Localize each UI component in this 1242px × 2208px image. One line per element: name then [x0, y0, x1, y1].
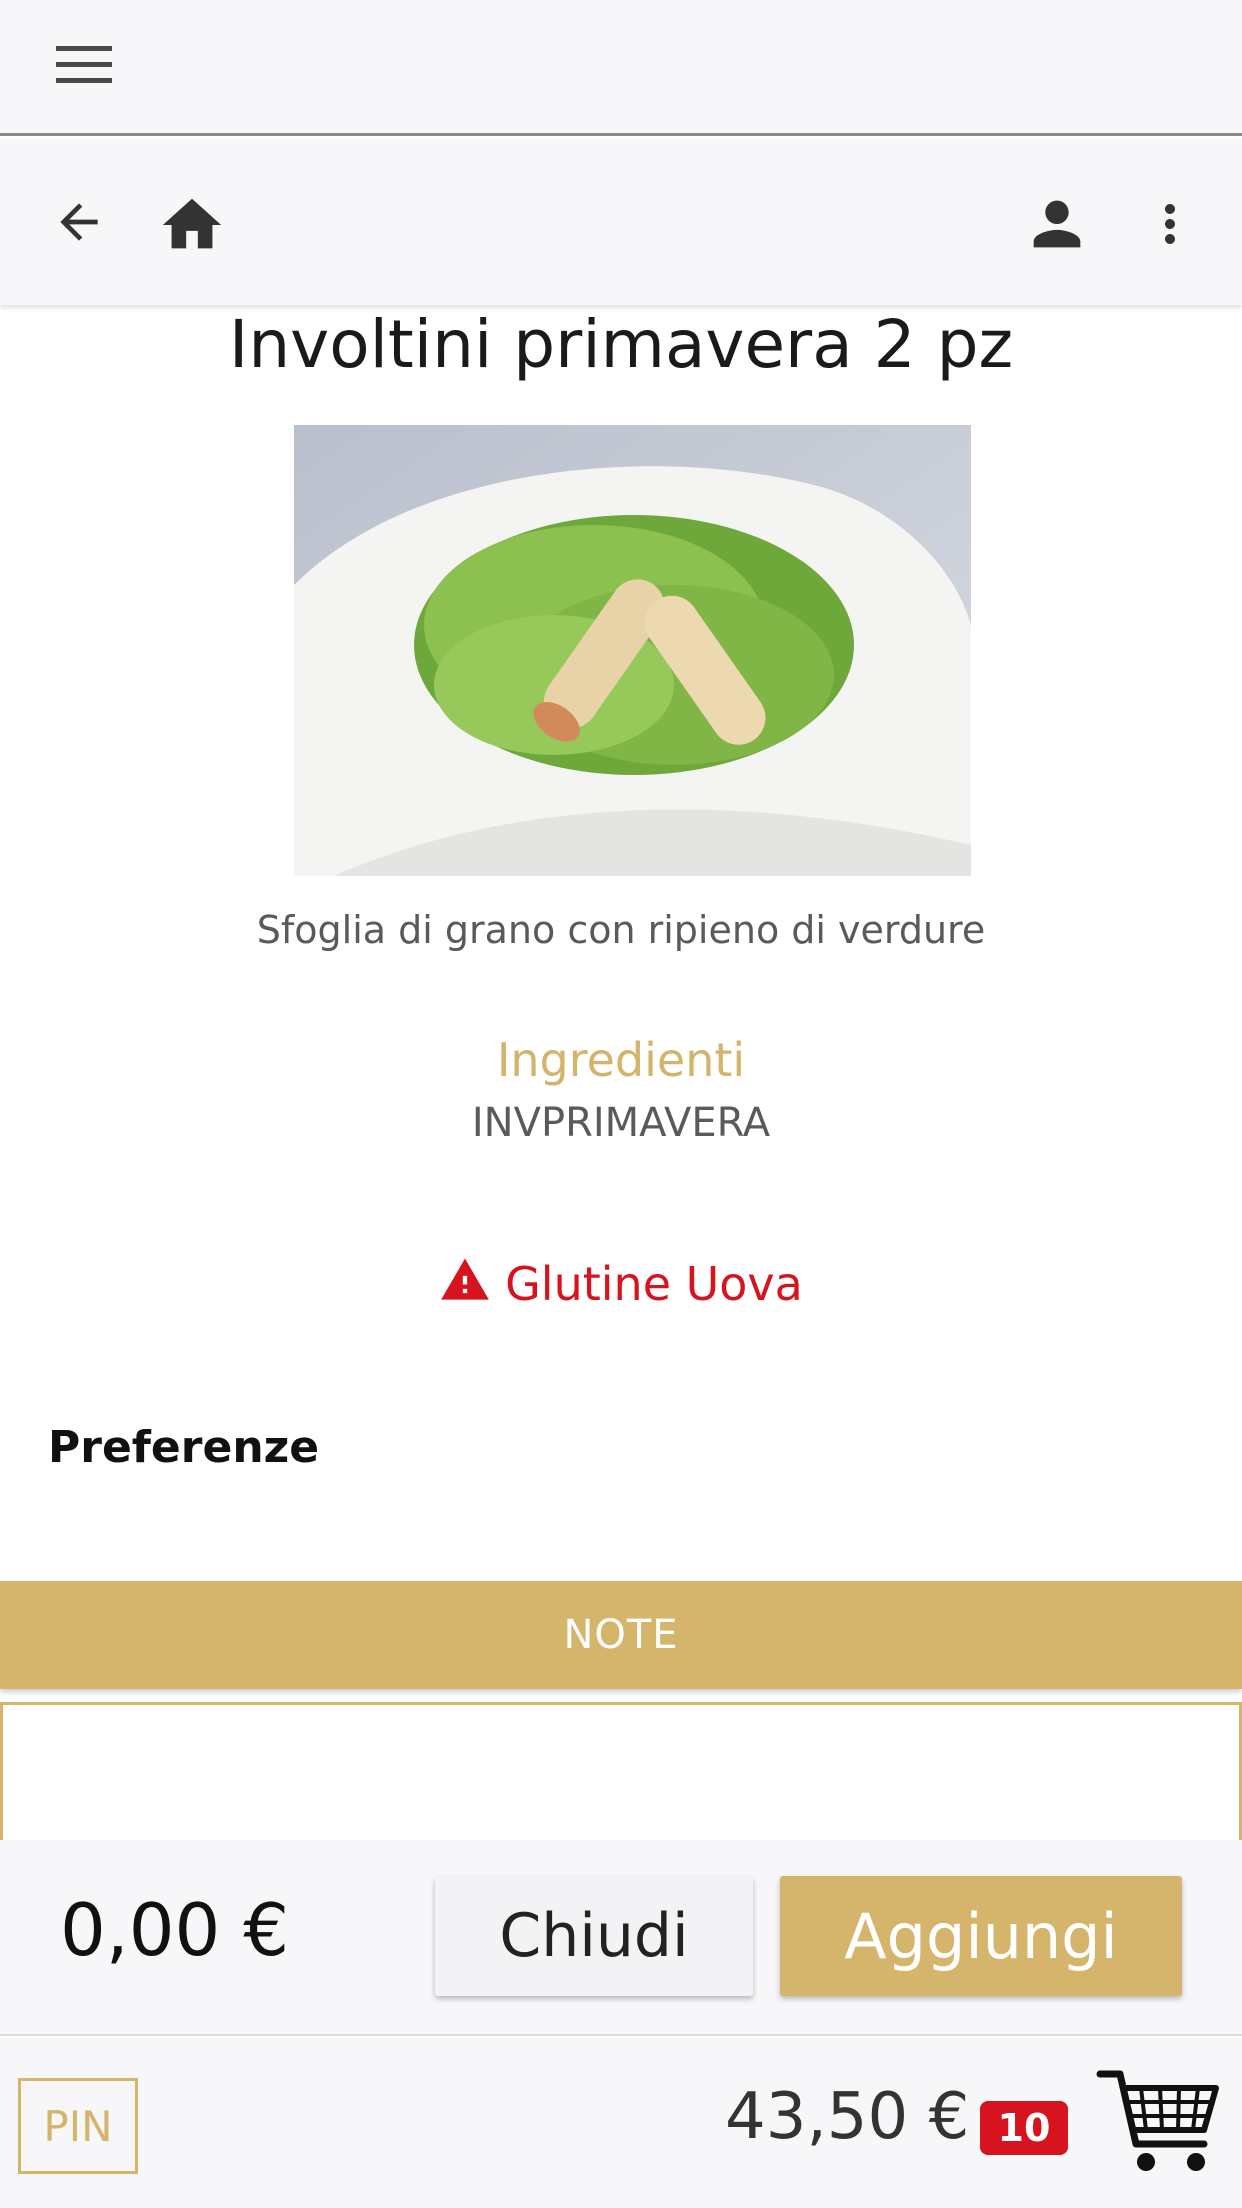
pin-button[interactable]: PIN	[18, 2078, 138, 2174]
product-description: Sfoglia di grano con ripieno di verdure	[256, 908, 986, 952]
more-vertical-icon[interactable]	[1140, 193, 1200, 255]
arrow-back-icon[interactable]	[48, 191, 110, 253]
account-icon[interactable]	[1022, 189, 1092, 259]
action-bar: 0,00 € Chiudi Aggiungi	[0, 1840, 1242, 2036]
allergen-warning: Glutine Uova	[0, 1254, 1242, 1313]
cart-total: 43,50 €	[725, 2080, 970, 2154]
home-icon[interactable]	[156, 189, 228, 261]
note-button[interactable]: NOTE	[0, 1581, 1242, 1689]
shopping-cart-icon[interactable]	[1096, 2066, 1222, 2182]
add-button[interactable]: Aggiungi	[780, 1876, 1182, 1996]
product-image	[294, 425, 971, 876]
warning-triangle-icon	[439, 1254, 491, 1313]
item-price: 0,00 €	[60, 1888, 290, 1972]
allergen-text: Glutine Uova	[505, 1256, 803, 1311]
cart-count-badge: 10	[980, 2101, 1068, 2155]
product-title: Involtini primavera 2 pz	[228, 306, 1014, 383]
hamburger-menu-icon[interactable]	[56, 46, 112, 86]
note-textarea[interactable]	[0, 1702, 1242, 1842]
preferences-heading: Preferenze	[48, 1422, 320, 1473]
close-button[interactable]: Chiudi	[435, 1876, 753, 1996]
top-app-bar	[0, 0, 1242, 136]
ingredients-code: INVPRIMAVERA	[471, 1100, 771, 1146]
footer-bar: PIN 43,50 € 10	[0, 2038, 1242, 2208]
ingredients-label: Ingredienti	[496, 1033, 746, 1087]
navigation-bar	[0, 139, 1242, 305]
